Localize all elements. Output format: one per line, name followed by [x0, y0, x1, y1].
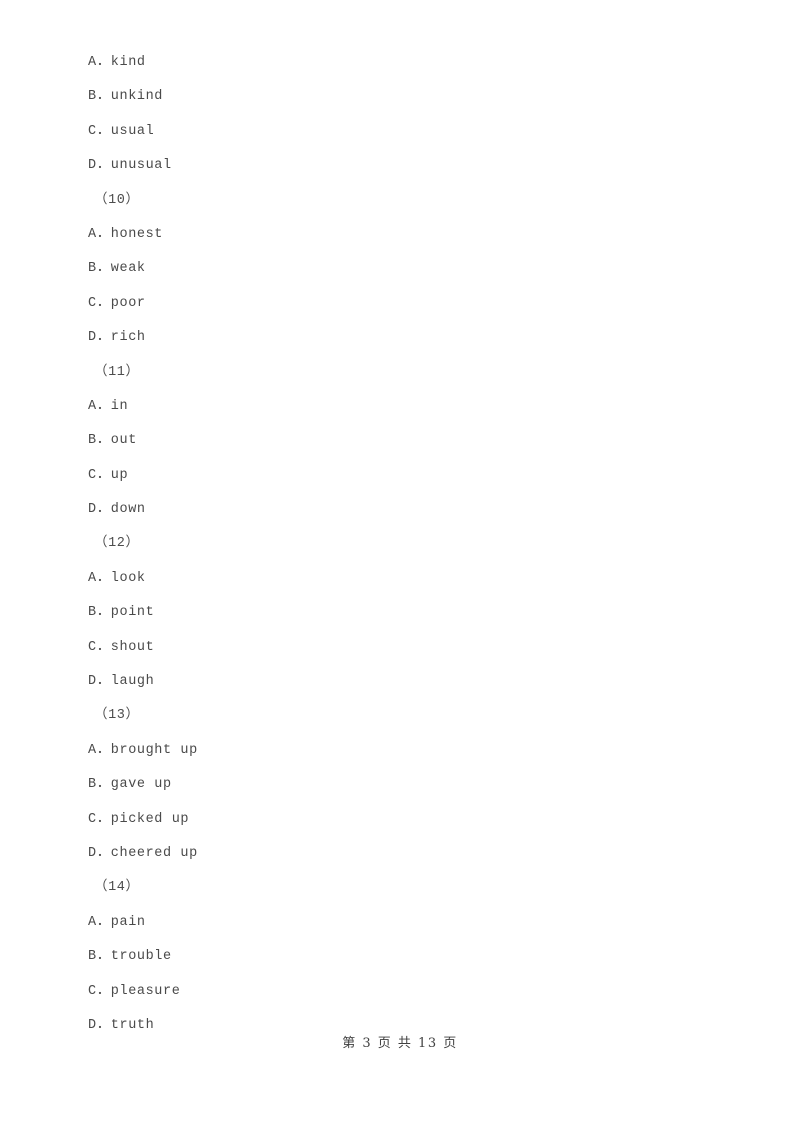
answer-option: D．rich [88, 330, 146, 346]
answer-option: D．cheered up [88, 845, 198, 861]
answer-option: C．shout [88, 639, 155, 655]
answer-option: C．poor [88, 295, 146, 311]
question-number: （14） [94, 880, 140, 896]
answer-option: B．point [88, 605, 155, 621]
answer-option: C．pleasure [88, 983, 181, 999]
answer-option: B．gave up [88, 777, 172, 793]
answer-option: C．up [88, 467, 129, 483]
answer-option: B．trouble [88, 949, 172, 965]
answer-option: C．usual [88, 123, 155, 139]
document-page: A．kind B．unkind C．usual D．unusual （10） A．hone… [0, 0, 800, 1132]
answer-option: B．out [88, 433, 137, 449]
answer-option: A．honest [88, 226, 164, 242]
answer-option: A．brought up [88, 742, 198, 758]
answer-option: A．look [88, 570, 146, 586]
answer-option: D．laugh [88, 674, 155, 690]
question-number: （12） [94, 536, 140, 552]
page-number-indicator: 第 3 页 共 13 页 [342, 1036, 458, 1051]
answer-option: A．in [88, 398, 129, 414]
answer-option: D．unusual [88, 158, 172, 174]
answer-option: B．weak [88, 261, 146, 277]
answer-option: A．kind [88, 55, 146, 70]
question-number: （13） [94, 708, 140, 724]
document-body: A．kind B．unkind C．usual D．unusual （10） A．hone… [88, 46, 748, 1043]
answer-option: A．pain [88, 914, 146, 930]
page-footer: 第 3 页 共 13 页 [0, 1032, 800, 1052]
answer-option: C．picked up [88, 811, 190, 827]
question-number: （10） [94, 192, 140, 208]
answer-option: B．unkind [88, 89, 164, 105]
question-number: （11） [94, 364, 140, 380]
answer-option: D．down [88, 502, 146, 518]
